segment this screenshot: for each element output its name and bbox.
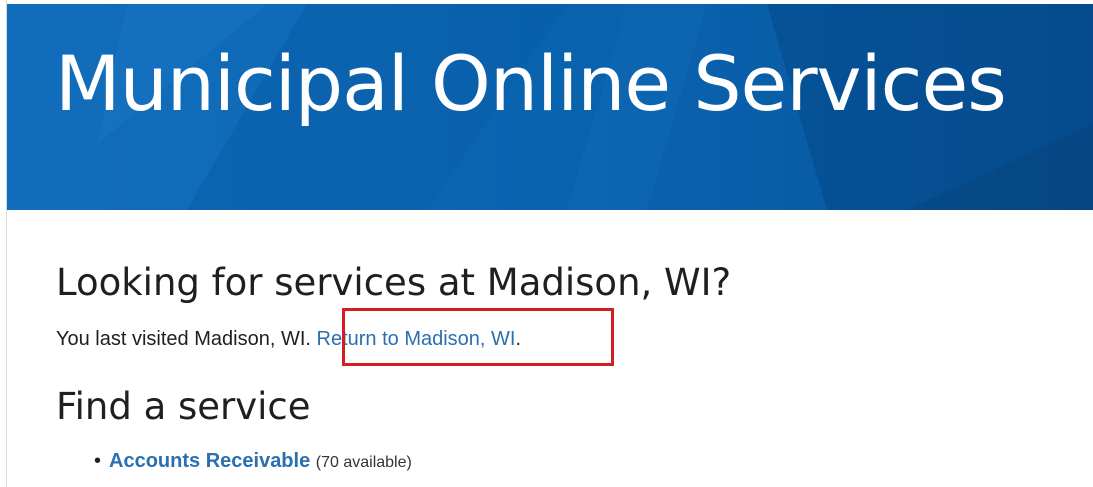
highlight-annotation-box	[342, 308, 614, 366]
service-list: • Accounts Receivable (70 available)	[94, 449, 412, 473]
bullet-icon: •	[94, 450, 102, 472]
service-list-item: • Accounts Receivable (70 available)	[94, 449, 412, 473]
last-visited-text: You last visited Madison, WI.	[56, 328, 311, 350]
find-service-heading: Find a service	[56, 385, 311, 428]
service-link-accounts-receivable[interactable]: Accounts Receivable	[109, 450, 310, 472]
header-banner: Municipal Online Services	[7, 4, 1093, 210]
site-title: Municipal Online Services	[55, 39, 1007, 128]
service-count: (70 available)	[315, 454, 412, 471]
page: Municipal Online Services Looking for se…	[0, 0, 1093, 487]
location-heading: Looking for services at Madison, WI?	[56, 261, 732, 304]
